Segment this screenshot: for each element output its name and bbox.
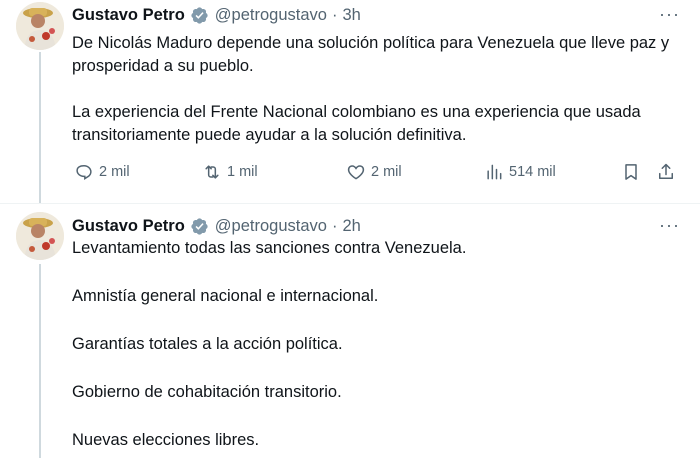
thread-line <box>39 264 41 458</box>
views-count: 514 mil <box>509 164 556 180</box>
tweet-text: De Nicolás Maduro depende una solución p… <box>72 32 682 147</box>
share-icon <box>659 163 673 179</box>
tweet-paragraph: Levantamiento todas las sanciones contra… <box>72 239 467 257</box>
reply-count: 2 mil <box>99 164 130 180</box>
tweet-paragraph: De Nicolás Maduro depende una solución p… <box>72 34 670 75</box>
tweet-paragraph: La experiencia del Frente Nacional colom… <box>72 103 641 144</box>
avatar[interactable] <box>16 212 64 260</box>
verified-badge-icon <box>190 217 209 236</box>
separator: · <box>331 5 338 24</box>
tweet-paragraph: Gobierno de cohabitación transitorio. <box>72 383 342 401</box>
more-options-button[interactable]: ··· <box>659 5 680 23</box>
tweet[interactable]: Gustavo Petro @petrogustavo · 2h ··· Lev… <box>0 204 700 458</box>
tweet-header: Gustavo Petro @petrogustavo · 2h <box>72 215 361 237</box>
views-icon <box>487 164 502 180</box>
tweet-paragraph: Amnistía general nacional e internaciona… <box>72 287 379 305</box>
bookmark-icon <box>625 164 637 180</box>
bookmark-button[interactable] <box>621 160 646 184</box>
author-handle[interactable]: @petrogustavo <box>215 217 327 236</box>
thread-line <box>39 52 41 204</box>
tweet-paragraph: Nuevas elecciones libres. <box>72 431 260 449</box>
separator: · <box>331 216 338 235</box>
author-handle[interactable]: @petrogustavo <box>215 6 327 25</box>
timestamp[interactable]: 3h <box>342 6 360 25</box>
views-button[interactable]: 514 mil <box>484 160 556 184</box>
author-name[interactable]: Gustavo Petro <box>72 217 185 236</box>
timestamp[interactable]: 2h <box>342 217 360 236</box>
like-count: 2 mil <box>371 164 402 180</box>
tweet-paragraph: Garantías totales a la acción política. <box>72 335 343 353</box>
verified-badge-icon <box>190 6 209 25</box>
share-button[interactable] <box>656 160 681 184</box>
author-name[interactable]: Gustavo Petro <box>72 6 185 25</box>
heart-icon <box>347 165 365 180</box>
like-button[interactable]: 2 mil <box>346 160 402 184</box>
action-bar: 2 mil 1 mil 2 mil 514 mil <box>72 160 682 184</box>
repost-button[interactable]: 1 mil <box>202 160 258 184</box>
avatar[interactable] <box>16 2 64 50</box>
more-options-button[interactable]: ··· <box>659 216 680 234</box>
tweet-text: Levantamiento todas las sanciones contra… <box>72 237 682 452</box>
repost-count: 1 mil <box>227 164 258 180</box>
reply-button[interactable]: 2 mil <box>74 160 130 184</box>
reply-icon <box>76 164 92 181</box>
repost-icon <box>205 165 219 179</box>
tweet-header: Gustavo Petro @petrogustavo · 3h <box>72 4 361 26</box>
tweet[interactable]: Gustavo Petro @petrogustavo · 3h ··· De … <box>0 0 700 204</box>
